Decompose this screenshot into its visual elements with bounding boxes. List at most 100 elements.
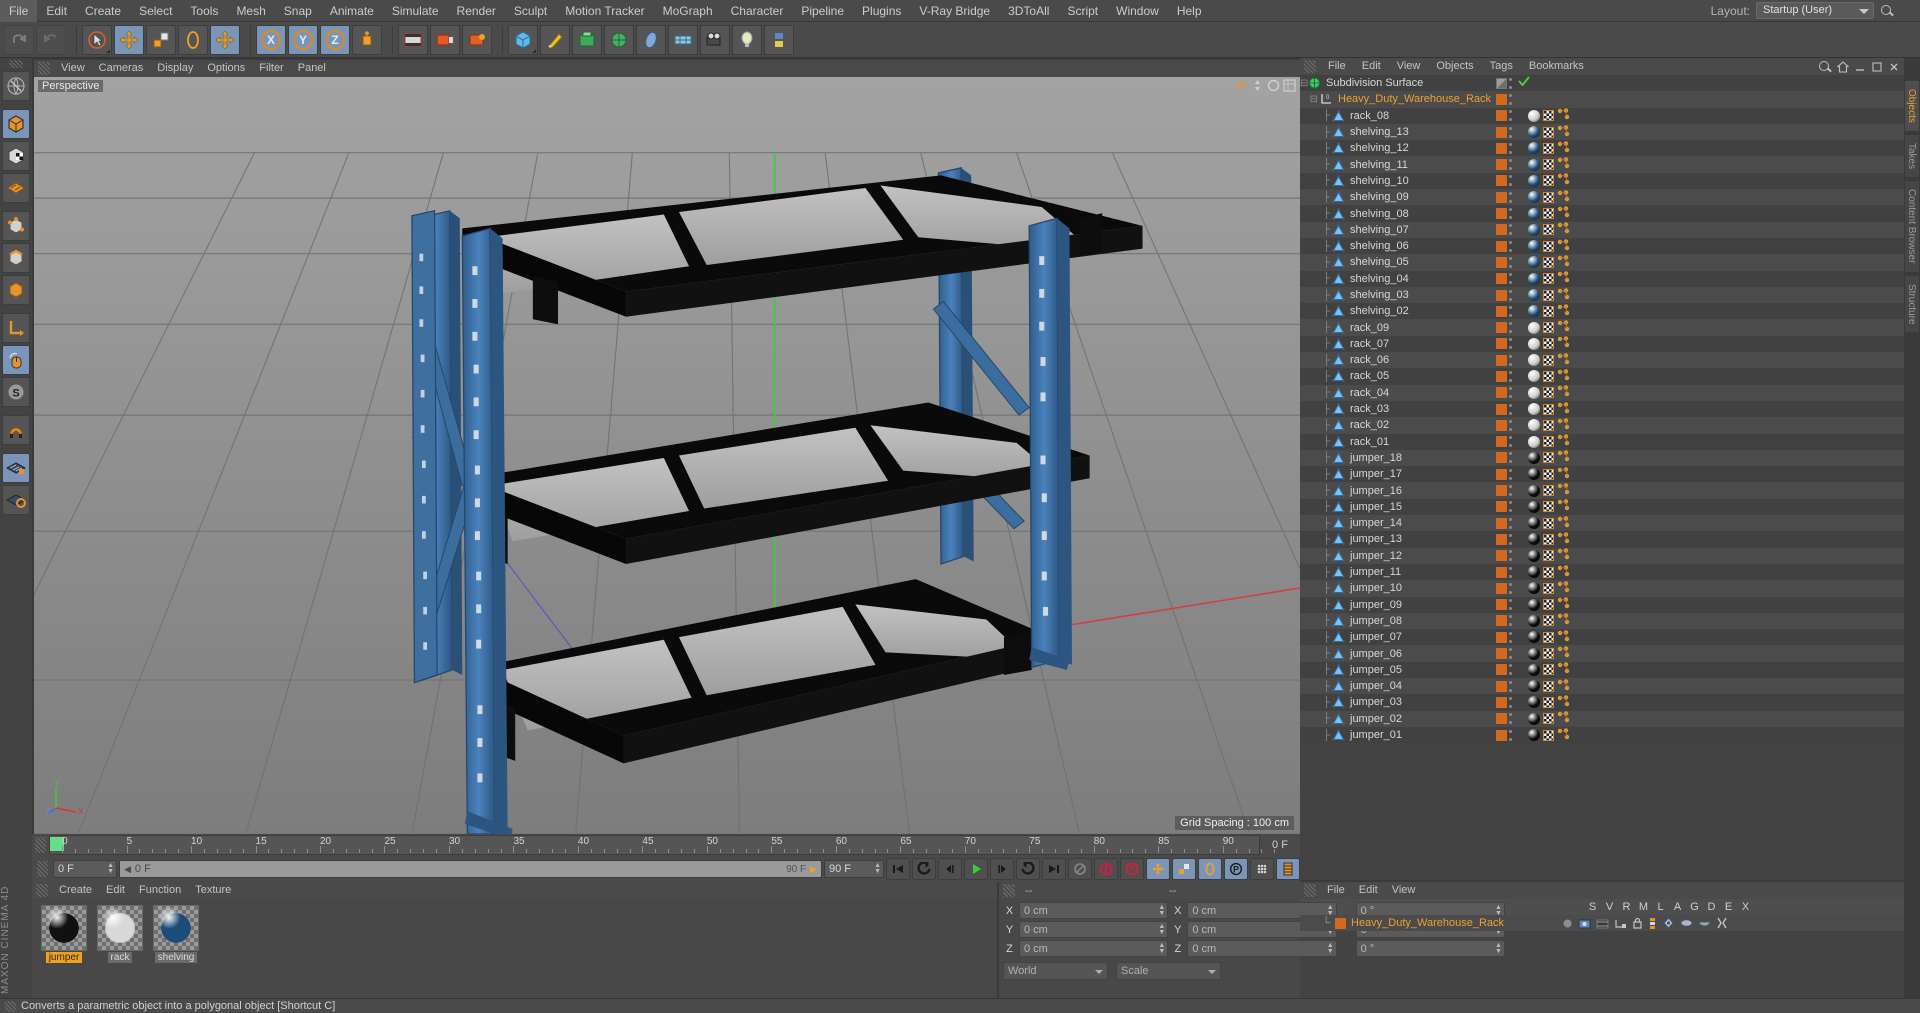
selection-tag-icon[interactable] [1557,418,1570,433]
object-row[interactable]: ├ jumper_16 [1300,482,1904,499]
selection-tag-icon[interactable] [1557,711,1570,726]
selection-tag-icon[interactable] [1557,630,1570,645]
tree-toggle-icon[interactable]: ├ [1300,681,1332,692]
selection-tag-icon[interactable] [1557,352,1570,368]
selection-tag-icon[interactable] [1557,369,1570,384]
material-tag-icon[interactable] [1528,256,1540,269]
visibility-dots-icon[interactable] [1509,175,1513,187]
object-name[interactable]: jumper_12 [1350,550,1402,562]
material-tag-icon[interactable] [1528,142,1540,155]
object-row[interactable]: ├ jumper_06 [1300,645,1904,662]
object-name[interactable]: jumper_13 [1350,533,1402,545]
render-view-button[interactable] [398,24,428,55]
material-tag-icon[interactable] [1528,484,1540,497]
add-spline-button[interactable] [540,24,570,55]
object-name[interactable]: rack_07 [1350,338,1389,350]
keyframe-selection-button[interactable]: ? [1120,858,1144,880]
uvw-tag-icon[interactable] [1543,240,1554,252]
pan-icon[interactable] [1235,79,1248,92]
edge-mode-button[interactable] [2,243,30,273]
viewport-3d[interactable]: Perspective Grid Spacing : 100 cm Y X Z [34,77,1300,834]
object-row[interactable]: ├ jumper_01 [1300,726,1904,744]
material-tag-icon[interactable] [1528,289,1540,301]
tree-toggle-icon[interactable]: ├ [1300,290,1332,301]
uvw-tag-icon[interactable] [1543,517,1554,529]
menu-3dtoall[interactable]: 3DToAll [999,0,1058,22]
render-settings-button[interactable] [462,24,492,55]
selection-tag-icon[interactable] [1557,206,1570,221]
visibility-dots-icon[interactable] [1509,550,1513,562]
spinner-icon[interactable]: ▲▼ [1327,942,1334,955]
enabled-check-icon[interactable] [1518,76,1530,90]
visibility-dots-icon[interactable] [1509,485,1513,497]
side-tab-structure[interactable]: Structure [1904,274,1920,334]
rotate-tool-button[interactable] [178,24,208,55]
uvw-tag-icon[interactable] [1543,501,1554,513]
tree-toggle-icon[interactable]: ├ [1300,713,1332,724]
object-row[interactable]: ├ jumper_12 [1300,547,1904,564]
tree-toggle-icon[interactable]: ├ [1300,127,1332,138]
uvw-tag-icon[interactable] [1543,566,1554,578]
material-tag-icon[interactable] [1528,109,1540,122]
uvw-tag-icon[interactable] [1543,370,1554,382]
object-manager-grip[interactable] [1304,60,1316,73]
material-menu-create[interactable]: Create [52,882,99,899]
column-e[interactable]: E [1720,901,1737,913]
object-name[interactable]: jumper_06 [1350,648,1402,660]
material-tag-icon[interactable] [1528,729,1540,742]
workplane-lock-button[interactable] [2,453,30,483]
uvw-tag-icon[interactable] [1543,648,1554,660]
home-icon[interactable] [1837,61,1849,73]
tree-toggle-icon[interactable]: ├ [1300,143,1332,154]
visibility-dots-icon[interactable] [1509,338,1513,350]
secondary-menu-file[interactable]: File [1320,882,1352,899]
visibility-dots-icon[interactable] [1509,370,1513,382]
step-forward-button[interactable] [990,858,1014,880]
timeline-scrubber[interactable]: ◀ 0 F 90 F ▶ [119,860,822,878]
object-row[interactable]: ├ rack_08 [1300,107,1904,124]
object-row[interactable]: ⊟ Subdivision Surface [1300,75,1904,92]
uvw-tag-icon[interactable] [1543,599,1554,611]
material-tag-icon[interactable] [1528,419,1540,432]
material-panel-grip[interactable] [36,884,48,897]
material-tag-icon[interactable] [1528,517,1540,530]
visibility-dots-icon[interactable] [1509,452,1513,464]
material-tag-icon[interactable] [1528,647,1540,660]
material-tag-icon[interactable] [1528,631,1540,644]
timeline-grip[interactable] [35,837,46,853]
axis-x-lock-button[interactable]: X [256,24,286,55]
viewport-menu-filter[interactable]: Filter [252,60,290,77]
step-back-button[interactable] [938,858,962,880]
spinner-icon[interactable]: ▲▼ [1158,904,1165,917]
material-swatch-rack[interactable] [97,905,143,951]
coord-field-b-3[interactable]: 0 ° ▲ ▼ [1355,940,1505,957]
secondary-menu-view[interactable]: View [1385,882,1423,899]
material-menu-function[interactable]: Function [132,882,188,899]
material-tag-icon[interactable] [1528,451,1540,464]
uvw-tag-icon[interactable] [1543,273,1554,285]
tree-toggle-icon[interactable]: ├ [1300,648,1332,659]
next-key-button[interactable] [1016,858,1040,880]
add-light-source-button[interactable] [732,24,762,55]
object-row[interactable]: ├ shelving_10 [1300,172,1904,190]
object-name[interactable]: shelving_02 [1350,305,1409,317]
selection-tag-icon[interactable] [1557,434,1570,449]
object-name[interactable]: shelving_08 [1350,208,1409,220]
tree-toggle-icon[interactable]: ├ [1300,583,1332,594]
object-name[interactable]: shelving_05 [1350,256,1409,268]
object-name[interactable]: shelving_03 [1350,289,1409,301]
transport-grip[interactable] [37,861,48,877]
material-tag-icon[interactable] [1528,549,1540,562]
spinner-icon[interactable]: ▲▼ [1158,923,1165,936]
visibility-dots-icon[interactable] [1509,468,1513,480]
current-frame-field[interactable]: 0 F ▲ ▼ [53,860,117,878]
object-name[interactable]: rack_05 [1350,370,1389,382]
visibility-dots-icon[interactable] [1509,680,1513,692]
selection-tag-icon[interactable] [1557,401,1570,417]
object-row[interactable]: ├ jumper_02 [1300,710,1904,727]
object-row[interactable]: ├ rack_06 [1300,352,1904,369]
coord-field-z-1[interactable]: 0 cm ▲ ▼ [1019,940,1169,957]
object-name[interactable]: rack_09 [1350,322,1389,334]
object-name[interactable]: shelving_04 [1350,273,1409,285]
uvw-tag-icon[interactable] [1543,680,1554,692]
